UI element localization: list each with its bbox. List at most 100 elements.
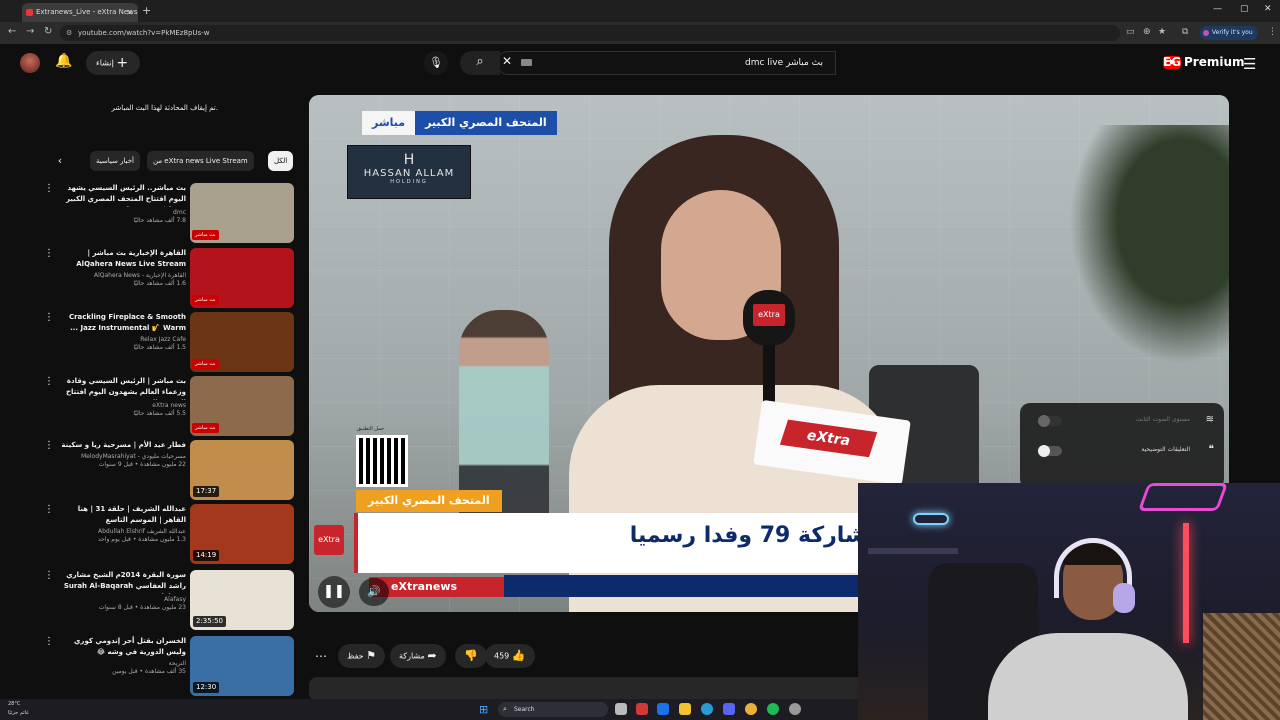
related-video-item[interactable]: 12:30 الخسران بقتل أحر إندومي كوري وليس ا… (40, 636, 296, 698)
video-channel[interactable]: التريحة (54, 660, 186, 667)
video-title[interactable]: فطار عيد الأم | مسرحية ريا و سكينة (54, 440, 186, 451)
keyboard-icon[interactable] (521, 59, 532, 66)
neon-blue-light (913, 513, 949, 525)
captions-toggle[interactable] (1038, 445, 1062, 457)
video-title[interactable]: سورة البقرة 2014م الشيخ مشاري راشد العفا… (54, 570, 186, 594)
sponsor-sub: HOLDING (390, 179, 428, 185)
more-actions-button[interactable]: ⋯ (309, 644, 333, 668)
video-options-icon[interactable]: ⋮ (44, 636, 54, 647)
related-video-item[interactable]: بث مباشر Crackling Fireplace & Smooth Jaz… (40, 312, 296, 374)
create-button[interactable]: إنشاء + (86, 51, 141, 75)
video-channel[interactable]: dmc (54, 209, 186, 216)
bookmark-star-icon[interactable]: ★ (1158, 27, 1166, 37)
chips-scroll-left-icon[interactable]: ‹ (50, 151, 70, 171)
save-button[interactable]: حفظ ⚑ (338, 644, 386, 668)
dislike-button[interactable]: 👎 (455, 644, 487, 668)
video-options-icon[interactable]: ⋮ (44, 312, 54, 323)
video-thumbnail[interactable]: 14:19 (190, 504, 294, 564)
task-view-icon[interactable] (615, 703, 627, 715)
app-red-icon[interactable] (636, 703, 648, 715)
pause-button[interactable]: ❚❚ (318, 576, 350, 608)
video-channel[interactable]: Alafasy (54, 596, 186, 603)
video-title[interactable]: عبدالله الشريف | حلقة 31 | هنا القاهر | … (54, 504, 186, 526)
related-video-item[interactable]: 14:19 عبدالله الشريف | حلقة 31 | هنا القا… (40, 504, 296, 566)
video-options-icon[interactable]: ⋮ (44, 248, 54, 259)
video-options-icon[interactable]: ⋮ (44, 183, 54, 194)
video-options-icon[interactable]: ⋮ (44, 376, 54, 387)
stable-volume-toggle[interactable] (1038, 415, 1062, 427)
windows-start-icon[interactable]: ⊞ (479, 703, 488, 716)
browser-menu-icon[interactable]: ⋮ (1268, 27, 1277, 37)
video-options-icon[interactable]: ⋮ (44, 570, 54, 581)
maximize-button[interactable]: ▢ (1240, 4, 1249, 14)
discord-icon[interactable] (723, 703, 735, 715)
video-thumbnail[interactable]: بث مباشر (190, 183, 294, 243)
video-channel[interactable]: مسرحيات مليودي - MelodyMasrahiyat (54, 453, 186, 460)
app-grey-icon[interactable] (789, 703, 801, 715)
file-explorer-icon[interactable] (679, 703, 691, 715)
chip-all[interactable]: الكل (268, 151, 294, 171)
chip-political-news[interactable]: أخبار سياسية (90, 151, 140, 171)
video-title[interactable]: الخسران بقتل أحر إندومي كوري وليس الدوري… (54, 636, 186, 658)
forward-icon[interactable]: → (26, 26, 34, 37)
taskbar-search[interactable]: ⌕ Search (498, 702, 608, 717)
outlook-icon[interactable] (657, 703, 669, 715)
reload-icon[interactable]: ↻ (44, 26, 52, 37)
video-options-icon[interactable]: ⋮ (44, 440, 54, 451)
site-info-icon[interactable]: ⚙ (66, 25, 72, 41)
spotify-icon[interactable] (767, 703, 779, 715)
video-channel[interactable]: Relax Jazz Cafe (54, 336, 186, 343)
close-window-button[interactable]: ✕ (1264, 4, 1272, 14)
back-icon[interactable]: ← (8, 26, 16, 37)
video-thumbnail[interactable]: 2:35:50 (190, 570, 294, 630)
neon-pink-light (1137, 483, 1229, 511)
search-button[interactable]: ⌕ (460, 51, 500, 75)
browser-tab[interactable]: Extranews_Live - eXtra News ✕ (22, 3, 138, 22)
video-channel[interactable]: القاهرة الإخبارية - AlQahera News (54, 272, 186, 279)
share-icon: ➦ (427, 649, 437, 662)
related-video-item[interactable]: بث مباشر بث مباشر | الرئيس السيسي وقادة و… (40, 376, 296, 438)
zoom-icon[interactable]: ⊕ (1143, 27, 1151, 37)
related-video-item[interactable]: بث مباشر بث مباشر.. الرئيس السيسي يشهد ال… (40, 183, 296, 245)
chrome-icon[interactable] (745, 703, 757, 715)
volume-button[interactable]: 🔊 (359, 578, 389, 606)
captions-label: التعليقات التوضيحية (1141, 446, 1190, 453)
account-avatar[interactable] (20, 53, 40, 73)
video-thumbnail[interactable]: 12:30 (190, 636, 294, 696)
clear-search-icon[interactable]: ✕ (502, 54, 512, 68)
verify-label: Verify it's you (1212, 29, 1253, 36)
verify-identity-chip[interactable]: Verify it's you (1200, 26, 1258, 40)
edge-icon[interactable] (701, 703, 713, 715)
like-button[interactable]: 459 👍 (485, 644, 535, 668)
address-bar[interactable]: ⚙ youtube.com/watch?v=PkMEz8pUs-w (60, 25, 1120, 41)
tab-close-icon[interactable]: ✕ (126, 3, 133, 22)
video-thumbnail[interactable]: بث مباشر (190, 248, 294, 308)
minimize-button[interactable]: — (1213, 4, 1222, 14)
video-channel[interactable]: عبدالله الشريف Abdullah Elshrif (54, 528, 186, 535)
video-title[interactable]: القاهرة الإخبارية بث مباشر | AlQahera Ne… (54, 248, 186, 270)
video-thumbnail[interactable]: بث مباشر (190, 376, 294, 436)
menu-icon[interactable]: ☰ (1243, 55, 1256, 73)
video-title[interactable]: بث مباشر.. الرئيس السيسي يشهد اليوم افتت… (54, 183, 186, 207)
search-input[interactable]: dmc live بث مباشر (496, 51, 836, 75)
cast-icon[interactable]: ▭ (1126, 27, 1135, 37)
video-title[interactable]: بث مباشر | الرئيس السيسي وقادة وزعماء ال… (54, 376, 186, 400)
extensions-icon[interactable]: ⧉ (1182, 27, 1188, 37)
video-options-icon[interactable]: ⋮ (44, 504, 54, 515)
video-channel[interactable]: eXtra news (54, 402, 186, 409)
related-video-item[interactable]: 2:35:50 سورة البقرة 2014م الشيخ مشاري راش… (40, 570, 296, 632)
video-thumbnail[interactable]: 17:37 (190, 440, 294, 500)
stable-volume-row[interactable]: مستوى الصوت الثابت ≋ (1030, 410, 1214, 430)
voice-search-button[interactable]: 🎙 (424, 51, 448, 75)
description-box[interactable] (309, 677, 869, 701)
weather-widget[interactable]: 28°C غائم جزئيًا (8, 700, 29, 718)
related-video-item[interactable]: 17:37 فطار عيد الأم | مسرحية ريا و سكينة م… (40, 440, 296, 502)
related-video-item[interactable]: بث مباشر القاهرة الإخبارية بث مباشر | AlQ… (40, 248, 296, 310)
chip-from-channel[interactable]: من eXtra news Live Stream (147, 151, 254, 171)
notifications-bell-icon[interactable]: 🔔 (55, 53, 72, 69)
video-thumbnail[interactable]: بث مباشر (190, 312, 294, 372)
video-title[interactable]: Crackling Fireplace & Smooth Jazz Instru… (54, 312, 186, 334)
captions-row[interactable]: التعليقات التوضيحية ❝ (1030, 440, 1214, 460)
share-button[interactable]: مشاركة ➦ (390, 644, 446, 668)
new-tab-button[interactable]: + (142, 4, 151, 17)
